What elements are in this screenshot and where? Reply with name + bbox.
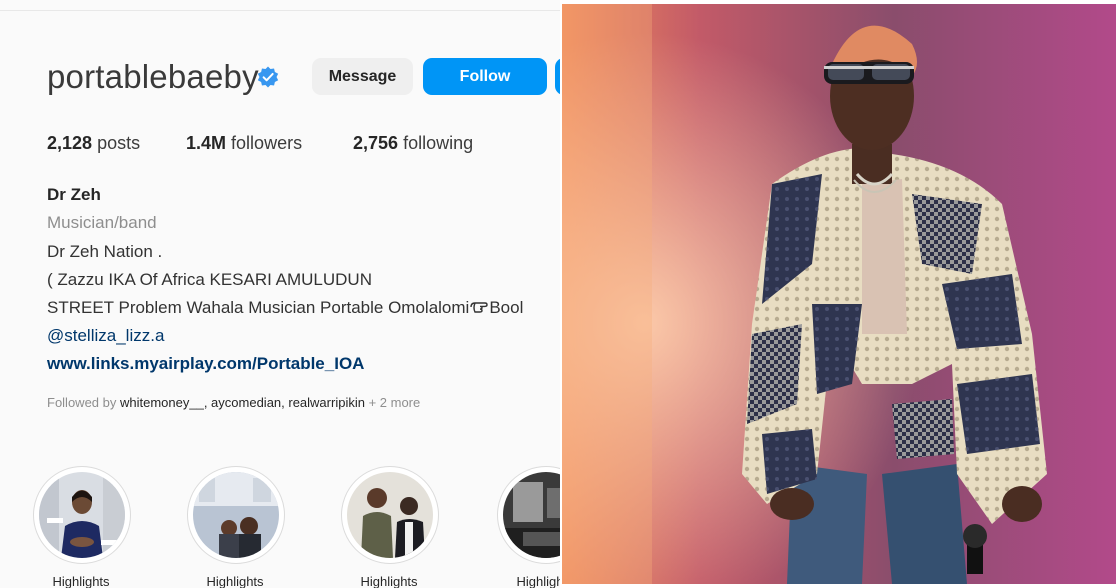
- followed-by-more: + 2 more: [368, 395, 421, 410]
- bio-mention-link[interactable]: @stelliza_lizz.a: [47, 326, 164, 346]
- posts-label: posts: [97, 133, 141, 153]
- suggested-dropdown-button[interactable]: [555, 58, 560, 95]
- posts-stat[interactable]: 2,128 posts: [47, 133, 140, 154]
- followed-by[interactable]: Followed by whitemoney__, aycomedian, re…: [47, 395, 420, 410]
- followed-by-names: whitemoney__, aycomedian, realwarripikin: [120, 395, 365, 410]
- story-highlight[interactable]: [497, 466, 560, 564]
- following-stat[interactable]: 2,756 following: [353, 133, 473, 154]
- followers-label: followers: [231, 133, 303, 153]
- story-highlight[interactable]: [33, 466, 131, 564]
- divider: [0, 10, 560, 11]
- highlight-label: Highlights: [516, 574, 560, 588]
- message-button[interactable]: Message: [312, 58, 413, 95]
- followers-count: 1.4M: [186, 133, 227, 153]
- woman-photo-thumbnail: [39, 472, 125, 558]
- bio-line: ( Zazzu IKA Of Africa KESARI AMULUDUN: [47, 270, 372, 289]
- bio-website-link[interactable]: www.links.myairplay.com/Portable_IOA: [47, 354, 364, 374]
- dark-room-photo-thumbnail: [503, 472, 560, 558]
- pointing-hand-icon: [470, 302, 489, 313]
- instagram-profile-panel: portablebaeby Message Follow 2,128 posts…: [0, 0, 560, 588]
- verified-badge-icon: [257, 66, 279, 88]
- followers-stat[interactable]: 1.4M followers: [186, 133, 302, 154]
- highlight-label: Highlights: [360, 574, 418, 588]
- bio-category: Musician/band: [47, 213, 157, 232]
- bio-line: STREET Problem Wahala Musician Portable …: [47, 298, 523, 318]
- following-label: following: [403, 133, 474, 153]
- posts-count: 2,128: [47, 133, 93, 153]
- performer-stage-photo: [562, 4, 1116, 584]
- highlight-label: Highlights: [52, 574, 110, 588]
- story-highlight[interactable]: [341, 466, 439, 564]
- profile-username: portablebaeby: [47, 58, 259, 95]
- children-photo-thumbnail: [193, 472, 279, 558]
- men-photo-thumbnail: [347, 472, 433, 558]
- bio-line: Dr Zeh Nation .: [47, 242, 163, 261]
- following-count: 2,756: [353, 133, 399, 153]
- followed-by-prefix: Followed by: [47, 395, 117, 410]
- bio-line-text: STREET Problem Wahala Musician Portable …: [47, 298, 470, 317]
- story-highlight[interactable]: [187, 466, 285, 564]
- highlight-label: Highlights: [206, 574, 264, 588]
- bio-line-suffix: Bool: [489, 298, 524, 317]
- follow-button[interactable]: Follow: [423, 58, 547, 95]
- bio-name: Dr Zeh: [47, 185, 101, 204]
